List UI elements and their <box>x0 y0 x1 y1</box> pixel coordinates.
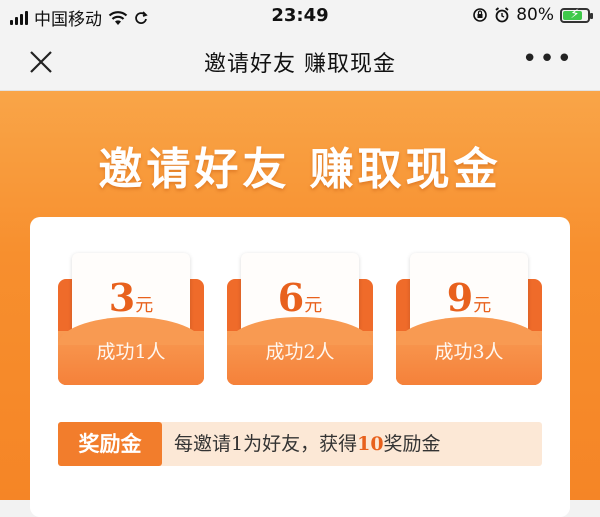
status-bar: 中国移动 23:49 80% ⚡ <box>0 0 600 32</box>
nav-title: 邀请好友 赚取现金 <box>204 52 396 77</box>
reward-amount-unit: 元 <box>135 295 154 316</box>
invite-page: 邀请好友 赚取现金 3元 成功1人 6元 成功2人 9元 成功3人 奖励金 每邀… <box>0 91 600 517</box>
envelope-front: 成功1人 <box>58 317 204 385</box>
reward-amount: 6元 <box>241 275 359 320</box>
reward-amount-number: 3 <box>108 275 136 320</box>
charging-icon: ⚡ <box>570 6 580 22</box>
reward-amount-unit: 元 <box>473 295 492 316</box>
bonus-description: 每邀请1为好友，获得10奖励金 <box>174 422 441 466</box>
battery-icon: ⚡ <box>560 6 593 23</box>
orientation-lock-icon <box>473 8 488 22</box>
status-right: 80% ⚡ <box>472 5 593 25</box>
reward-amount-number: 6 <box>277 275 305 320</box>
reward-envelope-1[interactable]: 3元 成功1人 <box>58 253 204 385</box>
envelope-front: 成功2人 <box>227 317 373 385</box>
nav-bar: 邀请好友 赚取现金 ••• <box>0 32 600 91</box>
bonus-row: 奖励金 每邀请1为好友，获得10奖励金 <box>58 422 542 466</box>
reward-envelope-2[interactable]: 6元 成功2人 <box>227 253 373 385</box>
reward-label: 成功3人 <box>434 341 504 363</box>
bonus-text-prefix: 每邀请1为好友，获得 <box>174 433 358 455</box>
bonus-badge: 奖励金 <box>58 422 162 466</box>
battery-percent: 80% <box>516 5 554 25</box>
more-options-icon[interactable]: ••• <box>522 44 574 74</box>
reward-amount: 3元 <box>72 275 190 320</box>
reward-envelope-3[interactable]: 9元 成功3人 <box>396 253 542 385</box>
reward-amount-number: 9 <box>446 275 474 320</box>
reward-label: 成功2人 <box>265 341 335 363</box>
alarm-icon <box>495 7 509 23</box>
hero-title: 邀请好友 赚取现金 <box>98 144 502 195</box>
bonus-text-suffix: 奖励金 <box>383 433 441 455</box>
reward-card: 3元 成功1人 6元 成功2人 9元 成功3人 奖励金 每邀请1为好友，获得10… <box>30 217 570 517</box>
envelope-front: 成功3人 <box>396 317 542 385</box>
reward-label: 成功1人 <box>96 341 166 363</box>
reward-amount: 9元 <box>410 275 528 320</box>
reward-amount-unit: 元 <box>304 295 323 316</box>
bonus-highlight: 10 <box>357 433 384 455</box>
